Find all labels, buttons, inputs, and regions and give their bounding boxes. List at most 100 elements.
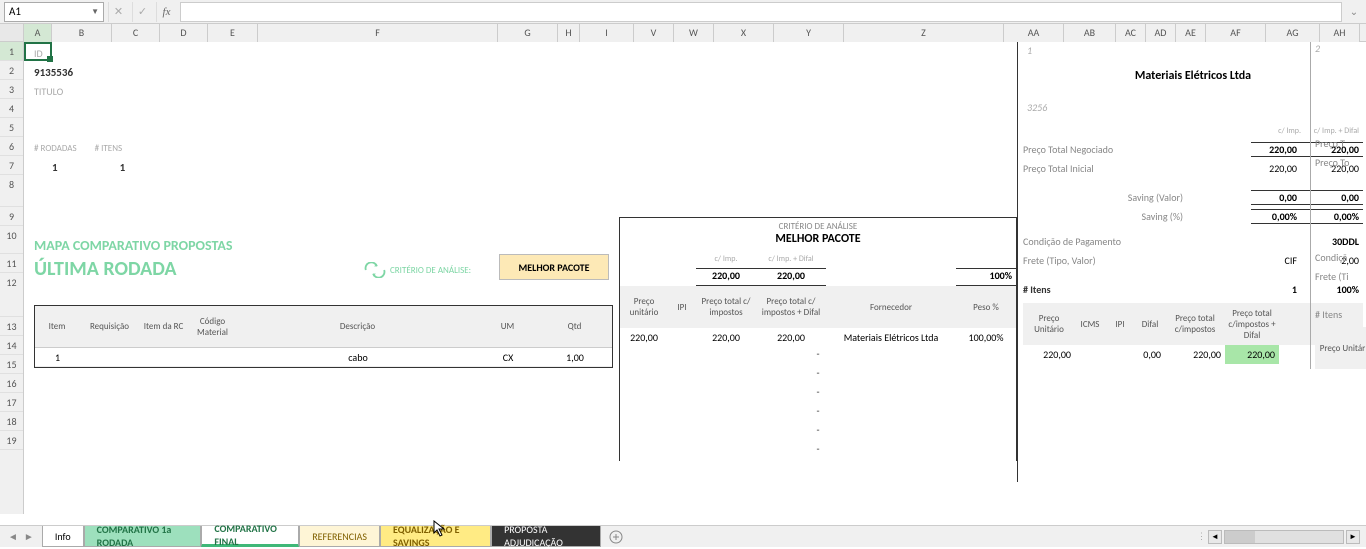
name-box[interactable]: A1 ▼ [4,2,104,22]
column-header[interactable]: X [714,24,774,42]
table-header: Item da RC [140,306,188,347]
row-header[interactable]: 5 [0,118,23,137]
grid-body[interactable]: ID 9135536 TITULO # RODADAS # ITENS 1 1 [24,42,1366,514]
column-header[interactable]: AC [1116,24,1146,42]
column-header[interactable]: V [634,24,674,42]
column-header[interactable]: Y [774,24,844,42]
scroll-right-button[interactable]: ► [1346,530,1360,544]
fx-icon[interactable]: fx [156,2,176,22]
table-cell[interactable] [668,328,696,347]
table-header: Peso % [956,286,1016,328]
table-cell[interactable] [1105,345,1135,364]
melhor-pacote-button[interactable]: MELHOR PACOTE [499,254,609,280]
empty-row: - [620,404,1016,423]
add-sheet-button[interactable] [601,526,631,547]
tab-nav-first-icon[interactable]: ◄ [8,530,18,543]
table-cell[interactable]: cabo [238,348,478,366]
criterio-text: CRITÉRIO DE ANÁLISE: [390,265,471,276]
column-header[interactable]: AA [1004,24,1064,42]
row-header[interactable]: 15 [0,355,23,374]
center-sub1: c/ Imp. [696,254,756,268]
table-cell[interactable]: 1 [35,348,80,366]
formula-input[interactable] [180,2,1342,22]
column-header[interactable]: AF [1206,24,1266,42]
row-header[interactable]: 6 [0,137,23,156]
column-header[interactable]: AH [1320,24,1360,42]
scroll-thumb[interactable] [1225,531,1255,543]
empty-row: - [620,366,1016,385]
name-box-value: A1 [9,5,21,18]
row-header[interactable]: 12 [0,273,23,317]
tab-nav-next-icon[interactable]: ► [24,530,34,543]
table-cell[interactable]: 220,00 [756,328,826,347]
sheet-tab[interactable]: REFERENCIAS [299,526,380,547]
sheet-tab[interactable]: COMPARATIVO 1a RODADA [84,526,202,547]
column-header[interactable]: H [558,24,580,42]
table-cell[interactable]: Materiais Elétricos Ltda [826,328,956,347]
table-cell[interactable] [1075,345,1105,364]
table-cell[interactable] [140,348,188,366]
empty-row: - [620,423,1016,442]
sheet-tab[interactable]: COMPARATIVO FINAL [201,526,299,547]
row-header[interactable]: 4 [0,99,23,118]
column-header[interactable]: Z [844,24,1004,42]
table-cell[interactable]: 220,00 [1023,345,1075,364]
row-header[interactable]: 8 [0,175,23,207]
info-block: ID 9135536 TITULO # RODADAS # ITENS 1 1 [34,44,125,177]
row-header[interactable]: 1 [0,42,23,61]
horizontal-scrollbar[interactable]: ⋮ ◄ ► [1191,526,1366,547]
table-cell[interactable]: 220,00 [620,328,668,347]
column-header[interactable]: G [498,24,558,42]
row-header[interactable]: 9 [0,207,23,226]
column-header[interactable]: AB [1064,24,1116,42]
scroll-track[interactable] [1224,530,1344,544]
select-all-corner[interactable] [0,24,24,42]
table-cell[interactable]: 0,00 [1135,345,1165,364]
center-sub2: c/ Imp. + Difal [756,254,826,268]
name-box-dropdown-icon[interactable]: ▼ [91,7,99,17]
table-cell[interactable] [80,348,140,366]
row-header[interactable]: 2 [0,61,23,80]
column-header[interactable]: AE [1176,24,1206,42]
column-header[interactable]: B [52,24,112,42]
row-header[interactable]: 3 [0,80,23,99]
row-header[interactable]: 7 [0,156,23,175]
table-cell[interactable]: 220,00 [1165,345,1225,364]
row-header[interactable]: 14 [0,336,23,355]
truncated-label: Preço T [1315,137,1366,156]
row-header[interactable]: 13 [0,317,23,336]
column-header[interactable]: D [160,24,208,42]
column-header[interactable]: W [674,24,714,42]
column-header[interactable]: AD [1146,24,1176,42]
table-cell[interactable]: 220,00 [1225,345,1279,364]
row-header[interactable]: 18 [0,412,23,431]
table-cell[interactable]: 1,00 [538,348,612,366]
fr-th: Preço Unitár [1315,327,1366,369]
table-cell[interactable]: CX [478,348,538,366]
table-header: Requisição [80,306,140,347]
empty-row: - [620,385,1016,404]
table-header: Difal [1135,303,1165,345]
sheet-tab[interactable]: PROPOSTA ADJUDICAÇÃO [491,526,601,547]
column-header[interactable]: A [24,24,52,42]
row-header[interactable]: 11 [0,254,23,273]
scroll-left-button[interactable]: ◄ [1208,530,1222,544]
row-header[interactable]: 16 [0,374,23,393]
sheet-tab[interactable]: Info [42,526,84,547]
table-cell[interactable]: 220,00 [696,328,756,347]
column-header[interactable]: AG [1266,24,1320,42]
row-header[interactable]: 19 [0,431,23,450]
row-header[interactable]: 17 [0,393,23,412]
column-header[interactable]: C [112,24,160,42]
column-header[interactable]: F [258,24,498,42]
table-cell[interactable] [188,348,238,366]
tab-nav[interactable]: ◄ ► [0,526,42,547]
refresh-icon [364,262,386,278]
row-header[interactable]: 10 [0,226,23,254]
expand-formula-icon[interactable]: ⌄ [1346,5,1362,18]
center-crit-value: MELHOR PACOTE [620,232,1016,246]
sheet-tab[interactable]: EQUALIZAÇÃO E SAVINGS [380,526,491,547]
column-header[interactable]: E [208,24,258,42]
column-header[interactable]: I [580,24,634,42]
table-cell[interactable]: 100,00% [956,328,1016,347]
